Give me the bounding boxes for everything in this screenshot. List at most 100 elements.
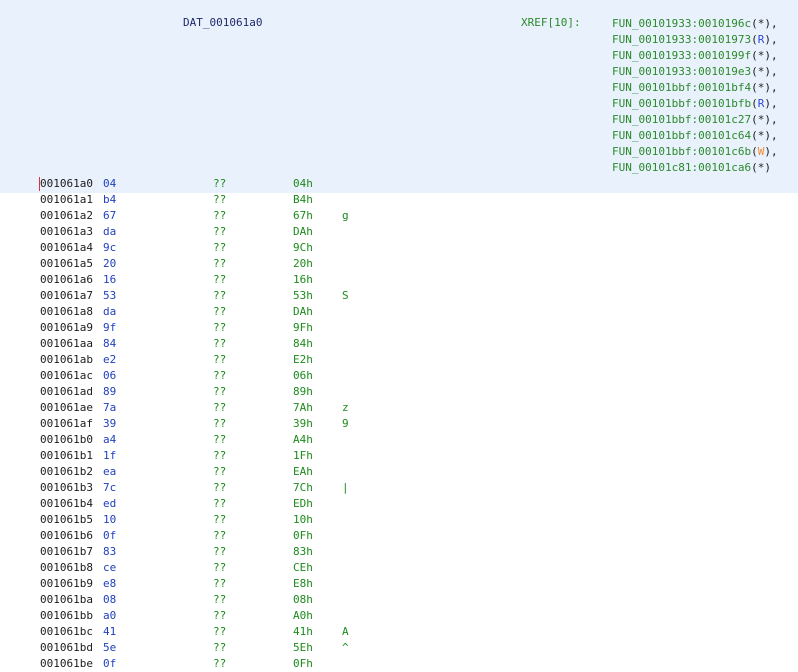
address[interactable]: 001061a9 (40, 320, 93, 336)
hex-value[interactable]: 04h (293, 176, 313, 192)
address[interactable]: 001061ab (40, 352, 93, 368)
listing-row[interactable]: 001061a8 da?? DAh (0, 304, 798, 320)
hex-value[interactable]: 9Fh (293, 320, 313, 336)
listing-row[interactable]: 001061ad 89?? 89h (0, 384, 798, 400)
xref-function-address[interactable]: FUN_00101933:001019e3 (612, 65, 751, 78)
hex-value[interactable]: EAh (293, 464, 313, 480)
address[interactable]: 001061a1 (40, 192, 93, 208)
xref-entry[interactable]: FUN_00101933:00101973(R), (612, 32, 778, 48)
xref-function-address[interactable]: FUN_00101933:0010199f (612, 49, 751, 62)
xref-function-address[interactable]: FUN_00101c81:00101ca6 (612, 161, 751, 174)
listing-row[interactable]: 001061ac 06?? 06h (0, 368, 798, 384)
hex-value[interactable]: 39h (293, 416, 313, 432)
xref-function-address[interactable]: FUN_00101bbf:00101bfb (612, 97, 751, 110)
listing-row[interactable]: 001061bd 5e?? 5Eh ^ (0, 640, 798, 656)
address[interactable]: 001061a3 (40, 224, 93, 240)
address[interactable]: 001061ba (40, 592, 93, 608)
hex-value[interactable]: E8h (293, 576, 313, 592)
listing-row[interactable]: 001061ae 7a?? 7Ah z (0, 400, 798, 416)
listing-row[interactable]: 001061bc 41?? 41h A (0, 624, 798, 640)
hex-value[interactable]: CEh (293, 560, 313, 576)
listing-row[interactable]: 001061bb a0?? A0h (0, 608, 798, 624)
hex-value[interactable]: 9Ch (293, 240, 313, 256)
listing-row[interactable]: 001061b8 ce?? CEh (0, 560, 798, 576)
address[interactable]: 001061b3 (40, 480, 93, 496)
hex-value[interactable]: 1Fh (293, 448, 313, 464)
listing-row[interactable]: 001061be 0f?? 0Fh (0, 656, 798, 672)
hex-value[interactable]: 20h (293, 256, 313, 272)
listing-row[interactable]: 001061a3 da?? DAh (0, 224, 798, 240)
hex-value[interactable]: DAh (293, 224, 313, 240)
address[interactable]: 001061b8 (40, 560, 93, 576)
address[interactable]: 001061ae (40, 400, 93, 416)
address[interactable]: 001061be (40, 656, 93, 672)
address[interactable]: 001061b2 (40, 464, 93, 480)
listing-row[interactable]: 001061b6 0f?? 0Fh (0, 528, 798, 544)
address[interactable]: 001061b9 (40, 576, 93, 592)
address[interactable]: 001061b7 (40, 544, 93, 560)
hex-value[interactable]: E2h (293, 352, 313, 368)
xref-function-address[interactable]: FUN_00101bbf:00101c64 (612, 129, 751, 142)
xref-function-address[interactable]: FUN_00101933:0010196c (612, 17, 751, 30)
address[interactable]: 001061bc (40, 624, 93, 640)
address[interactable]: 001061a5 (40, 256, 93, 272)
address[interactable]: 001061b4 (40, 496, 93, 512)
address[interactable]: 001061ac (40, 368, 93, 384)
listing-row[interactable]: 001061ba 08?? 08h (0, 592, 798, 608)
hex-value[interactable]: 41h (293, 624, 313, 640)
address[interactable]: 001061a2 (40, 208, 93, 224)
listing-row[interactable]: 001061aa 84?? 84h (0, 336, 798, 352)
listing-row[interactable]: 001061b5 10?? 10h (0, 512, 798, 528)
xref-entry[interactable]: FUN_00101bbf:00101c6b(W), (612, 144, 778, 160)
listing-row[interactable]: 001061a6 16?? 16h (0, 272, 798, 288)
address[interactable]: 001061b5 (40, 512, 93, 528)
listing-row[interactable]: 001061a4 9c?? 9Ch (0, 240, 798, 256)
address[interactable]: 001061bd (40, 640, 93, 656)
listing-row[interactable]: 001061a9 9f?? 9Fh (0, 320, 798, 336)
listing-row[interactable]: 001061a1 b4?? B4h (0, 192, 798, 208)
hex-value[interactable]: DAh (293, 304, 313, 320)
address[interactable]: 001061b1 (40, 448, 93, 464)
xref-entry[interactable]: FUN_00101c81:00101ca6(*) (612, 160, 778, 176)
hex-value[interactable]: 08h (293, 592, 313, 608)
xref-entry[interactable]: FUN_00101933:0010196c(*), (612, 16, 778, 32)
address[interactable]: 001061ad (40, 384, 93, 400)
xref-entry[interactable]: FUN_00101bbf:00101c64(*), (612, 128, 778, 144)
listing-row[interactable]: 001061b0 a4?? A4h (0, 432, 798, 448)
xref-entry[interactable]: FUN_00101bbf:00101c27(*), (612, 112, 778, 128)
xref-entry[interactable]: FUN_00101bbf:00101bfb(R), (612, 96, 778, 112)
hex-value[interactable]: B4h (293, 192, 313, 208)
address[interactable]: 001061bb (40, 608, 93, 624)
listing-row[interactable]: 001061a0 04?? 04h (0, 176, 798, 192)
listing-row[interactable]: 001061a2 67?? 67h g (0, 208, 798, 224)
listing-row[interactable]: 001061af 39?? 39h 9 (0, 416, 798, 432)
hex-value[interactable]: 89h (293, 384, 313, 400)
address[interactable]: 001061b0 (40, 432, 93, 448)
hex-value[interactable]: A0h (293, 608, 313, 624)
hex-value[interactable]: A4h (293, 432, 313, 448)
data-label[interactable]: DAT_001061a0 (183, 16, 262, 29)
hex-value[interactable]: 7Ah (293, 400, 313, 416)
listing-row[interactable]: 001061b1 1f?? 1Fh (0, 448, 798, 464)
xref-function-address[interactable]: FUN_00101bbf:00101c6b (612, 145, 751, 158)
listing-row[interactable]: 001061b3 7c?? 7Ch | (0, 480, 798, 496)
address[interactable]: 001061b6 (40, 528, 93, 544)
hex-value[interactable]: 06h (293, 368, 313, 384)
hex-value[interactable]: 7Ch (293, 480, 313, 496)
address[interactable]: 001061a0 (40, 176, 93, 192)
listing-row[interactable]: 001061b9 e8?? E8h (0, 576, 798, 592)
xref-entry[interactable]: FUN_00101bbf:00101bf4(*), (612, 80, 778, 96)
hex-value[interactable]: 10h (293, 512, 313, 528)
listing-row[interactable]: 001061b7 83?? 83h (0, 544, 798, 560)
hex-value[interactable]: 53h (293, 288, 313, 304)
listing-row[interactable]: 001061b2 ea?? EAh (0, 464, 798, 480)
xref-function-address[interactable]: FUN_00101bbf:00101c27 (612, 113, 751, 126)
hex-value[interactable]: 84h (293, 336, 313, 352)
xref-function-address[interactable]: FUN_00101933:00101973 (612, 33, 751, 46)
address[interactable]: 001061a4 (40, 240, 93, 256)
xref-entry[interactable]: FUN_00101933:0010199f(*), (612, 48, 778, 64)
address[interactable]: 001061a6 (40, 272, 93, 288)
hex-value[interactable]: EDh (293, 496, 313, 512)
listing-row[interactable]: 001061a5 20?? 20h (0, 256, 798, 272)
hex-value[interactable]: 16h (293, 272, 313, 288)
